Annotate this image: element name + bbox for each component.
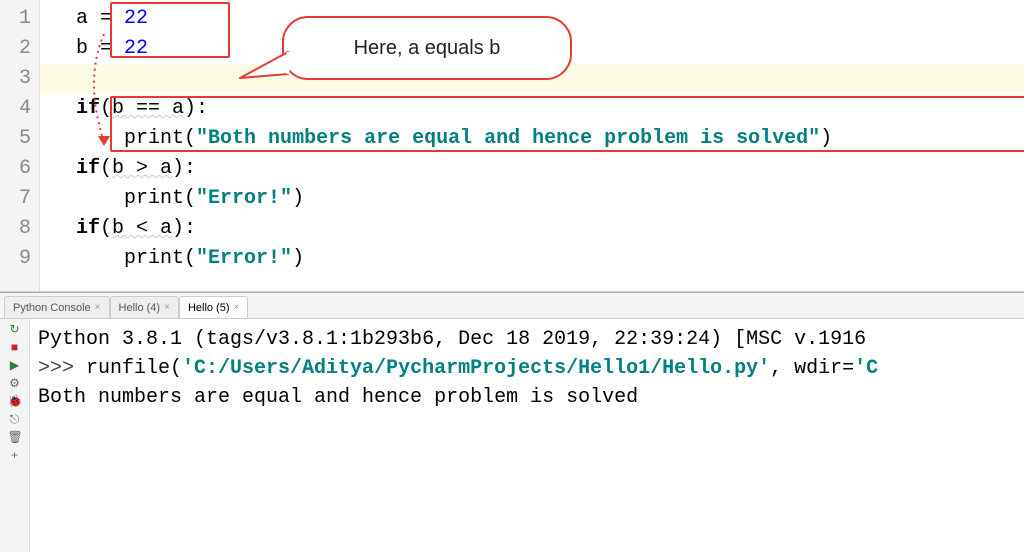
line-number: 1: [0, 4, 31, 34]
editor-area: 1 2 3 4 5 6 7 8 9 a = 22 b = 22 if(b == …: [0, 0, 1024, 292]
fn-print: print: [124, 247, 184, 270]
stop-icon[interactable]: ■: [8, 341, 22, 355]
exit-icon[interactable]: ⎋: [8, 413, 22, 427]
var-b: b: [76, 37, 88, 60]
python-version-line: Python 3.8.1 (tags/v3.8.1:1b293b6, Dec 1…: [38, 328, 878, 351]
tab-python-console[interactable]: Python Console×: [4, 296, 110, 318]
keyword-if: if: [76, 157, 100, 180]
run-panel: Python Console× Hello (4)× Hello (5)× ↻ …: [0, 292, 1024, 552]
line-number: 5: [0, 124, 31, 154]
line-number: 6: [0, 154, 31, 184]
num-literal: 22: [124, 7, 148, 30]
keyword-if: if: [76, 97, 100, 120]
code-line-9[interactable]: print("Error!"): [40, 244, 1024, 274]
condition: b > a: [112, 157, 172, 180]
debug-icon[interactable]: 🐞: [8, 395, 22, 409]
add-icon[interactable]: +: [8, 449, 22, 463]
settings-icon[interactable]: ⚙: [8, 377, 22, 391]
output-line: Both numbers are equal and hence problem…: [38, 386, 638, 409]
code-line-6[interactable]: if(b > a):: [40, 154, 1024, 184]
rerun-icon[interactable]: ↻: [8, 323, 22, 337]
console-tab-row: Python Console× Hello (4)× Hello (5)×: [0, 293, 1024, 319]
annotation-callout: Here, a equals b: [282, 16, 572, 80]
line-number: 8: [0, 214, 31, 244]
console-toolbar: ↻ ■ ▶ ⚙ 🐞 ⎋ 🗑 +: [0, 319, 30, 552]
file-path: 'C:/Users/Aditya/PycharmProjects/Hello1/…: [182, 357, 770, 380]
line-number: 2: [0, 34, 31, 64]
condition: b < a: [112, 217, 172, 240]
console-output[interactable]: Python 3.8.1 (tags/v3.8.1:1b293b6, Dec 1…: [30, 319, 1024, 552]
line-number: 9: [0, 244, 31, 274]
line-number: 3: [0, 64, 31, 94]
fn-runfile: runfile(: [86, 357, 182, 380]
prompt: >>>: [38, 357, 86, 380]
condition: b == a: [112, 97, 184, 120]
num-literal: 22: [124, 37, 148, 60]
string-literal: "Both numbers are equal and hence proble…: [196, 127, 820, 150]
close-icon[interactable]: ×: [95, 302, 101, 313]
tab-hello-5[interactable]: Hello (5)×: [179, 296, 248, 318]
var-a: a: [76, 7, 88, 30]
code-line-7[interactable]: print("Error!"): [40, 184, 1024, 214]
code-line-5[interactable]: print("Both numbers are equal and hence …: [40, 124, 1024, 154]
close-icon[interactable]: ×: [164, 302, 170, 313]
wdir-path: 'C: [854, 357, 878, 380]
line-number-gutter: 1 2 3 4 5 6 7 8 9: [0, 0, 40, 291]
callout-text: Here, a equals b: [354, 33, 501, 63]
trash-icon[interactable]: 🗑: [8, 431, 22, 445]
fn-print: print: [124, 127, 184, 150]
play-icon[interactable]: ▶: [8, 359, 22, 373]
string-literal: "Error!": [196, 247, 292, 270]
string-literal: "Error!": [196, 187, 292, 210]
tab-hello-4[interactable]: Hello (4)×: [110, 296, 179, 318]
line-number: 4: [0, 94, 31, 124]
fn-print: print: [124, 187, 184, 210]
code-editor[interactable]: a = 22 b = 22 if(b == a): print("Both nu…: [40, 0, 1024, 291]
close-icon[interactable]: ×: [234, 302, 240, 313]
line-number: 7: [0, 184, 31, 214]
code-line-4[interactable]: if(b == a):: [40, 94, 1024, 124]
code-line-8[interactable]: if(b < a):: [40, 214, 1024, 244]
keyword-if: if: [76, 217, 100, 240]
